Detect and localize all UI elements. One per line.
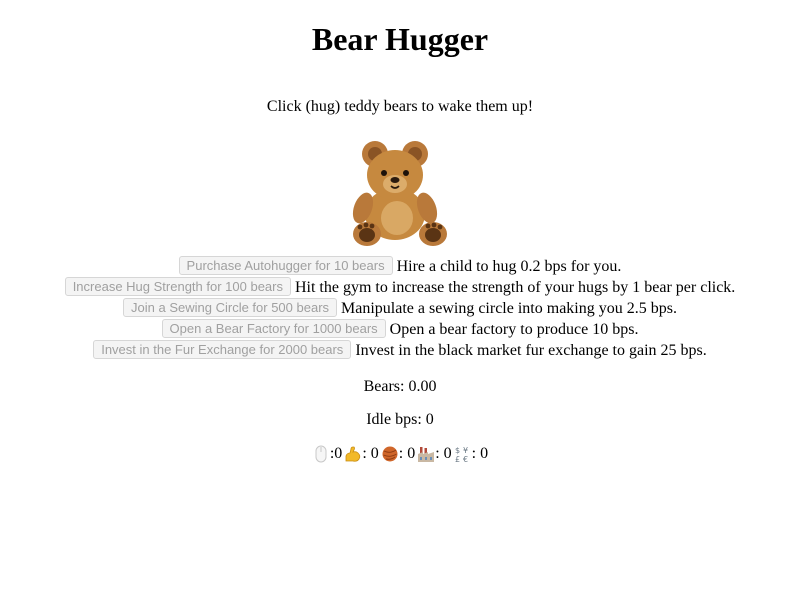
factory-icon <box>418 447 435 462</box>
open-bear-factory-button[interactable]: Open a Bear Factory for 1000 bears <box>161 319 386 338</box>
bears-count: Bears: 0.00 <box>363 378 437 395</box>
upgrade-counts: :0 : 0 : 0 : 0 $ ¥ £ €: 0 <box>0 443 800 465</box>
page-title: Bear Hugger <box>311 21 489 57</box>
bear-factory-count: : 0 <box>417 443 452 465</box>
mouse-icon <box>315 445 327 463</box>
subtitle: Click (hug) teddy bears to wake them up! <box>266 98 534 115</box>
upgrade-description: Open a bear factory to produce 10 bps. <box>389 321 639 338</box>
upgrade-row-fur-exchange: Invest in the Fur Exchange for 2000 bear… <box>0 340 800 361</box>
currency-exchange-icon: $ ¥ £ € <box>455 446 468 463</box>
upgrade-row-sewing-circle: Join a Sewing Circle for 500 bears Manip… <box>0 298 800 319</box>
upgrade-description: Hit the gym to increase the strength of … <box>294 279 736 296</box>
teddy-bear-button[interactable] <box>345 138 455 248</box>
sewing-circle-count: : 0 <box>381 443 415 465</box>
upgrade-description: Invest in the black market fur exchange … <box>355 342 707 359</box>
svg-text:$: $ <box>455 446 460 455</box>
upgrade-row-hug-strength: Increase Hug Strength for 100 bears Hit … <box>0 277 800 298</box>
svg-text:£: £ <box>455 455 460 463</box>
invest-fur-exchange-button[interactable]: Invest in the Fur Exchange for 2000 bear… <box>93 340 352 359</box>
svg-text:€: € <box>463 455 468 463</box>
flexed-biceps-icon <box>345 446 361 462</box>
join-sewing-circle-button[interactable]: Join a Sewing Circle for 500 bears <box>123 298 338 317</box>
hug-strength-count: : 0 <box>344 443 379 465</box>
autohugger-count: :0 <box>312 443 342 465</box>
upgrade-row-autohugger: Purchase Autohugger for 10 bears Hire a … <box>0 256 800 277</box>
teddy-bear-icon <box>352 141 447 246</box>
upgrade-description: Manipulate a sewing circle into making y… <box>341 300 677 317</box>
idle-bps: Idle bps: 0 <box>366 411 434 428</box>
page: Bear Hugger Click (hug) teddy bears to w… <box>0 0 800 600</box>
svg-text:¥: ¥ <box>463 446 468 455</box>
upgrade-row-bear-factory: Open a Bear Factory for 1000 bears Open … <box>0 319 800 340</box>
upgrade-list: Purchase Autohugger for 10 bears Hire a … <box>0 256 800 361</box>
fur-exchange-count: $ ¥ £ € : 0 <box>454 445 489 463</box>
bear-area <box>0 138 800 248</box>
increase-hug-strength-button[interactable]: Increase Hug Strength for 100 bears <box>64 277 291 296</box>
yarn-icon <box>382 446 398 462</box>
upgrade-description: Hire a child to hug 0.2 bps for you. <box>396 258 622 275</box>
purchase-autohugger-button[interactable]: Purchase Autohugger for 10 bears <box>178 256 393 275</box>
